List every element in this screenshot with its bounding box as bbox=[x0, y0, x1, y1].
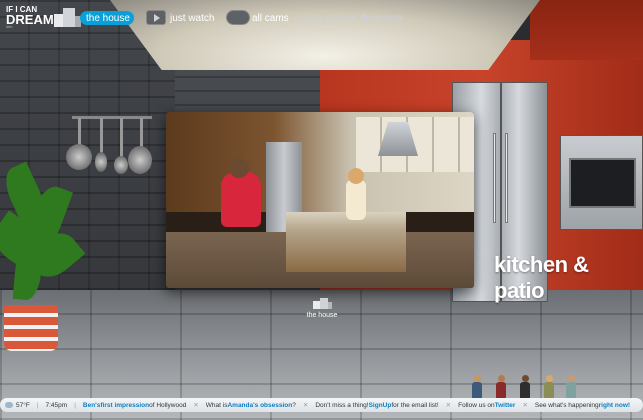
ladle-icon bbox=[100, 118, 103, 154]
cast-members bbox=[466, 373, 596, 399]
ticker-link[interactable]: SignUp bbox=[369, 402, 392, 409]
ticker-text: Follow us on bbox=[458, 401, 495, 409]
nav-just-watch-label: just watch bbox=[170, 12, 215, 24]
pan-icon bbox=[78, 118, 81, 146]
live-video-feed[interactable] bbox=[166, 112, 474, 288]
house-icon bbox=[311, 296, 333, 310]
ticker-item[interactable]: Don't miss a thing! SignUp for the email… bbox=[310, 402, 443, 409]
ticker-text: for the email list! bbox=[391, 401, 439, 409]
spatula-icon bbox=[120, 118, 123, 158]
cast-member-avatar[interactable] bbox=[496, 375, 506, 399]
ticker-text: Don't miss a thing! bbox=[315, 401, 369, 409]
ticker-text: ? bbox=[292, 401, 296, 409]
nav-dreamers[interactable]: dreamers bbox=[360, 11, 402, 25]
ticker-item[interactable]: Follow us on Twitter bbox=[453, 402, 520, 409]
current-time: 7:45pm bbox=[45, 401, 68, 409]
cast-member-avatar[interactable] bbox=[544, 375, 554, 399]
house-marker[interactable]: the house bbox=[302, 296, 342, 319]
top-navigation: IF I CAN DREAM info the house just watch… bbox=[0, 0, 643, 34]
house-icon[interactable] bbox=[52, 6, 82, 28]
ticker-item[interactable]: See what's happening right now! bbox=[530, 402, 635, 409]
house-scene: kitchen & patio the house bbox=[0, 0, 643, 420]
logo-line2: DREAM bbox=[6, 11, 54, 27]
camera-icon[interactable] bbox=[226, 10, 250, 25]
ticker-text: What is bbox=[205, 401, 228, 409]
temperature: 57°F bbox=[16, 401, 30, 409]
nav-the-house-label: the house bbox=[86, 12, 130, 24]
nav-dreamers-label: dreamers bbox=[360, 12, 403, 24]
nav-all-cams[interactable]: all cams bbox=[252, 11, 289, 25]
nav-video-archive-label: video archive bbox=[298, 12, 357, 24]
ticker-link[interactable]: right now! bbox=[599, 402, 630, 409]
ticker-link[interactable]: Amanda's obsession bbox=[227, 402, 292, 409]
wall-oven bbox=[560, 135, 643, 230]
weather: 57°F bbox=[0, 402, 35, 409]
skillet-icon bbox=[140, 118, 143, 148]
nav-video-archive[interactable]: video archive bbox=[298, 11, 357, 25]
room-label: kitchen & patio bbox=[494, 252, 589, 303]
ticker-item[interactable]: What is Amanda's obsession ? bbox=[201, 402, 301, 409]
ticker-link[interactable]: first impression bbox=[100, 402, 149, 409]
ladle-icon bbox=[95, 152, 107, 172]
skillet-icon bbox=[128, 146, 152, 174]
nav-just-watch[interactable]: just watch bbox=[170, 11, 214, 25]
nav-the-house[interactable]: the house bbox=[80, 11, 134, 25]
play-icon[interactable] bbox=[146, 10, 166, 25]
plant-pot bbox=[4, 305, 58, 351]
ticker-link[interactable]: Twitter bbox=[495, 402, 516, 409]
spatula-icon bbox=[114, 156, 128, 174]
ticker-item[interactable]: Ben's first impression of Hollywood bbox=[78, 402, 191, 409]
ticker-text: See what's happening bbox=[534, 401, 599, 409]
site-logo[interactable]: IF I CAN DREAM info bbox=[6, 6, 54, 29]
footer-legal: © 2010 LLC. All Rights Reserved. | Priva… bbox=[458, 412, 628, 417]
nav-all-cams-label: all cams bbox=[252, 12, 289, 24]
ticker-text: of Hollywood bbox=[149, 401, 187, 409]
cast-member-avatar[interactable] bbox=[472, 375, 482, 399]
ticker-link[interactable]: Ben's bbox=[83, 402, 100, 409]
cast-member-avatar[interactable] bbox=[566, 375, 576, 399]
house-marker-label: the house bbox=[306, 312, 338, 319]
news-ticker: 57°F | 7:45pm | Ben's first impression o… bbox=[0, 398, 643, 412]
weather-icon bbox=[5, 402, 13, 408]
cast-member-avatar[interactable] bbox=[520, 375, 530, 399]
